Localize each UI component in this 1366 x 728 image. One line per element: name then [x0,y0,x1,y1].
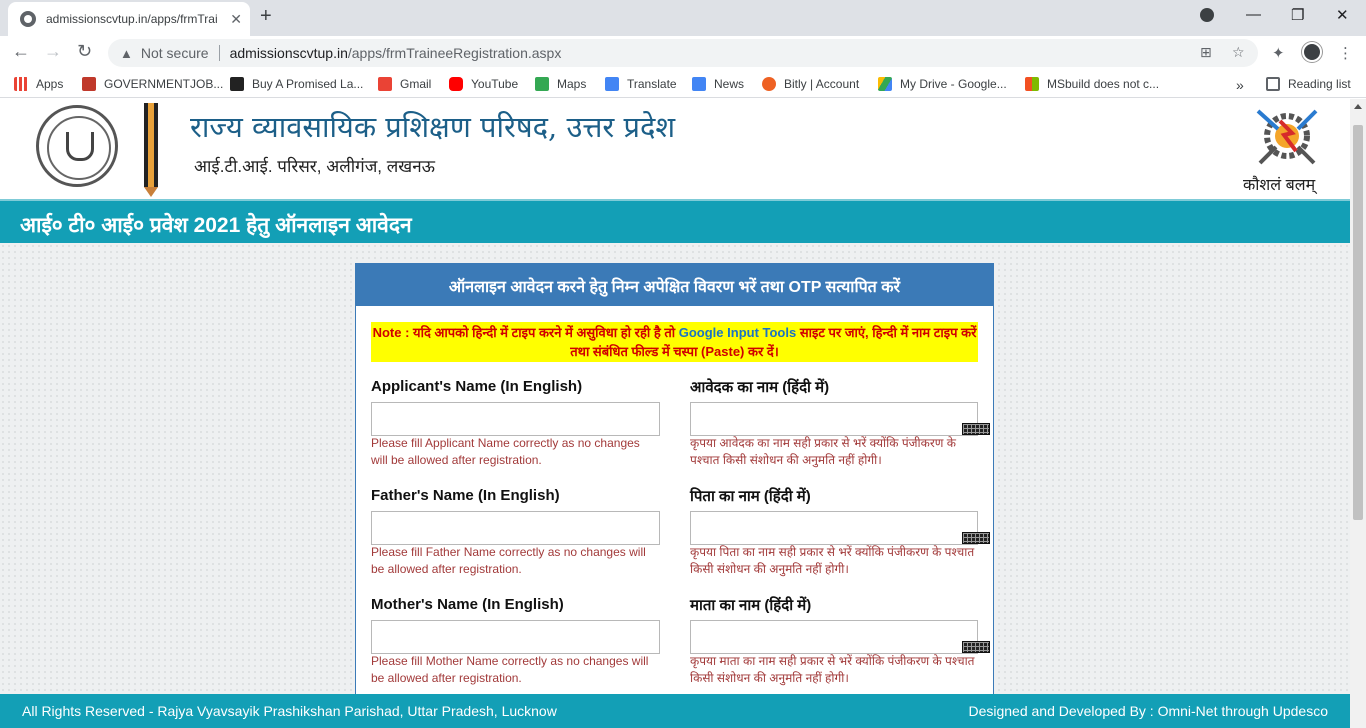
note-prefix: Note : यदि आपको हिन्दी में टाइप करने में… [372,325,676,340]
bookmark-maps[interactable]: Maps [535,77,586,91]
divider [218,45,220,61]
url-path: /apps/frmTraineeRegistration.aspx [347,45,562,61]
bookmark-apps[interactable]: Apps [14,77,63,91]
omnibox[interactable]: ▲ Not secure admissionscvtup.in/apps/frm… [108,39,1258,67]
avatar[interactable] [1302,42,1322,62]
keyboard-icon[interactable] [962,532,990,544]
applicant-name-hi-input[interactable] [690,402,978,436]
extensions-icon[interactable]: ✦ [1272,44,1285,62]
close-tab-icon[interactable]: ✕ [230,11,242,28]
page-banner: आई० टी० आई० प्रवेश 2021 हेतु ऑनलाइन आवेद… [0,199,1350,243]
skill-gear-logo [1256,109,1318,165]
mother-name-hi-hint: कृपया माता का नाम सही प्रकार से भरें क्य… [690,654,975,685]
footer-copyright: All Rights Reserved - Rajya Vyavsayik Pr… [22,703,557,719]
applicant-name-hi-hint: कृपया आवेदक का नाम सही प्रकार से भरें क्… [690,436,956,467]
microsoft-icon [1025,77,1039,91]
back-icon[interactable]: ← [12,41,30,62]
drive-icon [878,77,892,91]
amazon-icon [230,77,244,91]
mother-name-hi-label: माता का नाम (हिंदी में) [690,597,812,614]
more-bookmarks-icon[interactable]: » [1236,77,1244,93]
profile-menu-icon[interactable] [1200,8,1214,22]
minimize-icon[interactable]: — [1246,6,1261,23]
page-content: राज्य व्यावसायिक प्रशिक्षण परिषद, उत्तर … [0,99,1350,728]
url-domain: admissionscvtup.in [229,45,348,61]
bookmarks-bar: Apps GOVERNMENTJOB... Buy A Promised La.… [0,70,1366,98]
site-header: राज्य व्यावसायिक प्रशिक्षण परिषद, उत्तर … [0,99,1350,199]
warning-icon[interactable]: ▲ [120,46,133,61]
org-name: राज्य व्यावसायिक प्रशिक्षण परिषद, उत्तर … [190,110,676,144]
google-input-tools-link[interactable]: Google Input Tools [679,325,796,340]
not-secure-label[interactable]: Not secure [141,45,209,61]
news-icon [692,77,706,91]
applicant-name-en-label: Applicant's Name (In English) [371,378,583,395]
mother-name-hi-input[interactable] [690,620,978,654]
up-government-emblem [36,105,118,187]
bitly-icon [762,77,776,91]
bookmark-governmentjob[interactable]: GOVERNMENTJOB... [82,77,223,91]
bookmark-amazon[interactable]: Buy A Promised La... [230,77,363,91]
bookmark-bitly[interactable]: Bitly | Account [762,77,859,91]
keyboard-icon[interactable] [962,423,990,435]
bookmark-translate[interactable]: Translate [605,77,677,91]
forward-icon[interactable]: → [44,41,62,62]
youtube-icon [449,77,463,91]
tab-strip: admissionscvtup.in/apps/frmTrai ✕ + — ❐ … [0,0,1366,36]
close-window-icon[interactable]: ✕ [1336,6,1349,24]
mother-name-en-hint: Please fill Mother Name correctly as no … [371,654,649,685]
org-address: आई.टी.आई. परिसर, अलीगंज, लखनऊ [194,157,435,176]
bookmark-gmail[interactable]: Gmail [378,77,431,91]
bookmark-msbuild[interactable]: MSbuild does not c... [1025,77,1159,91]
pencil-logo-icon [144,103,158,197]
bookmark-youtube[interactable]: YouTube [449,77,518,91]
apps-grid-icon [14,77,28,91]
page-footer: All Rights Reserved - Rajya Vyavsayik Pr… [0,694,1350,728]
applicant-name-hi-label: आवेदक का नाम (हिंदी में) [690,379,830,396]
site-icon [82,77,96,91]
father-name-en-label: Father's Name (In English) [371,487,560,504]
father-name-hi-hint: कृपया पिता का नाम सही प्रकार से भरें क्य… [690,545,975,576]
footer-developer: Designed and Developed By : Omni-Net thr… [968,703,1328,719]
tab-title: admissionscvtup.in/apps/frmTrai [46,12,218,26]
logo-caption: कौशलं बलम् [1243,177,1316,194]
bookmark-news[interactable]: News [692,77,744,91]
browser-tab[interactable]: admissionscvtup.in/apps/frmTrai ✕ [8,2,250,36]
bookmark-star-icon[interactable]: ☆ [1232,44,1245,61]
father-name-en-hint: Please fill Father Name correctly as no … [371,545,646,576]
applicant-name-en-input[interactable] [371,402,660,436]
keyboard-icon[interactable] [962,641,990,653]
scrollbar-thumb[interactable] [1353,125,1363,520]
bookmark-drive[interactable]: My Drive - Google... [878,77,1007,91]
father-name-hi-label: पिता का नाम (हिंदी में) [690,488,811,505]
father-name-hi-input[interactable] [690,511,978,545]
note-box: Note : यदि आपको हिन्दी में टाइप करने में… [371,322,978,362]
reading-list-icon [1266,77,1280,91]
gmail-icon [378,77,392,91]
translate-icon[interactable]: ⊞ [1200,44,1212,61]
registration-form: ऑनलाइन आवेदन करने हेतु निम्न अपेक्षित वि… [355,263,994,728]
reading-list[interactable]: Reading list [1266,77,1351,91]
menu-icon[interactable]: ⋮ [1338,44,1353,62]
scrollbar[interactable] [1350,99,1366,728]
applicant-name-en-hint: Please fill Applicant Name correctly as … [371,436,640,467]
scroll-up-icon[interactable] [1354,104,1362,109]
maps-icon [535,77,549,91]
mother-name-en-input[interactable] [371,620,660,654]
father-name-en-input[interactable] [371,511,660,545]
translate-bookmark-icon [605,77,619,91]
address-bar-row: ← → ↻ ▲ Not secure admissionscvtup.in/ap… [0,36,1366,70]
mother-name-en-label: Mother's Name (In English) [371,596,564,613]
new-tab-icon[interactable]: + [260,6,272,26]
form-title: ऑनलाइन आवेदन करने हेतु निम्न अपेक्षित वि… [356,264,993,306]
restore-icon[interactable]: ❐ [1291,6,1304,24]
globe-icon [20,11,36,27]
reload-icon[interactable]: ↻ [77,41,92,62]
